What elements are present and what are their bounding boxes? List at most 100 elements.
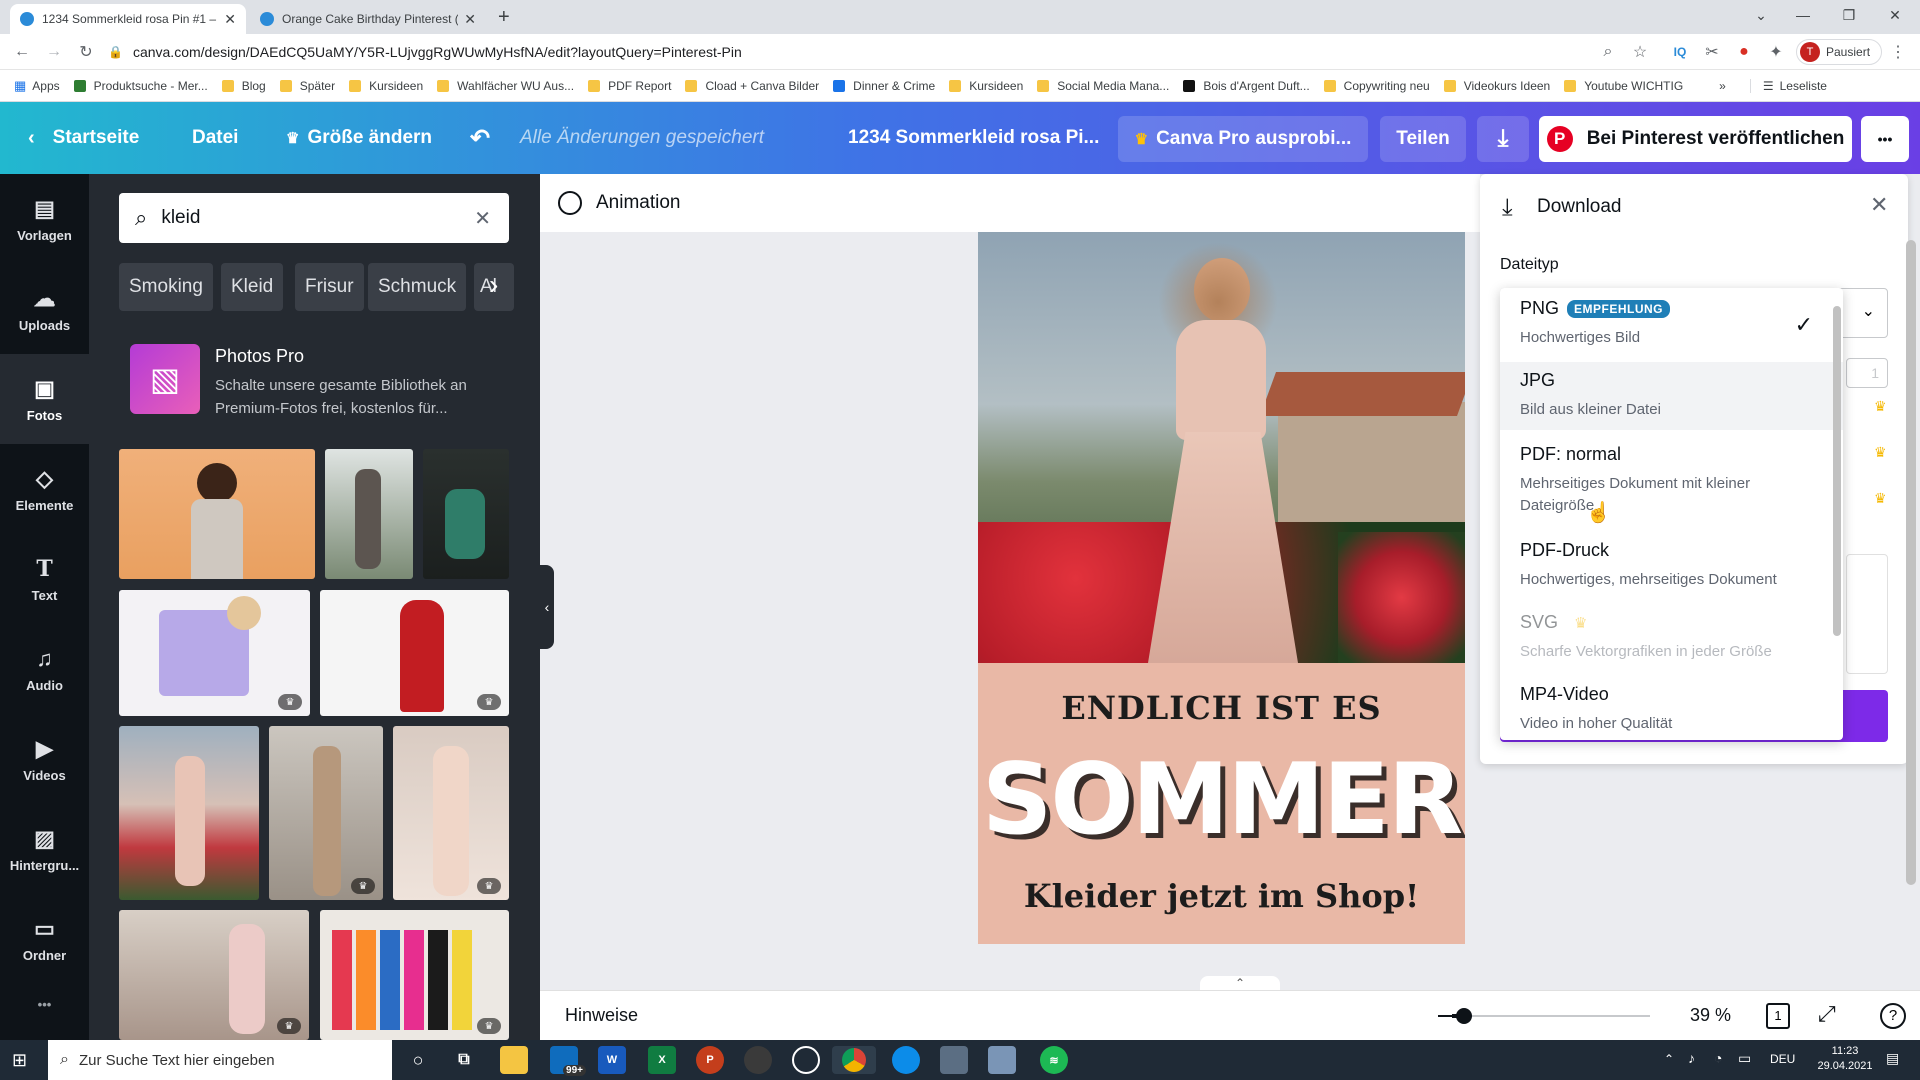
photo-thumbnail[interactable]: ♛ bbox=[320, 910, 509, 1040]
extension-icon[interactable]: ✂ bbox=[1700, 40, 1724, 64]
profile-button[interactable]: T Pausiert bbox=[1796, 39, 1882, 65]
canva-pro-trial-button[interactable]: ♛ Canva Pro ausprobi... bbox=[1118, 116, 1368, 162]
rail-item-background[interactable]: ▨ Hintergru... bbox=[0, 804, 89, 894]
suggestion-chip[interactable]: Schmuck bbox=[368, 263, 467, 311]
clear-search-icon[interactable]: ✕ bbox=[474, 206, 491, 231]
spotify-icon[interactable]: ≋ bbox=[1040, 1046, 1068, 1074]
rail-item-videos[interactable]: ▶ Videos bbox=[0, 714, 89, 804]
rail-item-audio[interactable]: ♫ Audio bbox=[0, 624, 89, 714]
back-icon[interactable]: ← bbox=[10, 40, 34, 64]
word-icon[interactable]: W bbox=[598, 1046, 626, 1074]
suggestion-chip[interactable]: Kleid bbox=[221, 263, 284, 311]
rail-item-folder[interactable]: ▭ Ordner bbox=[0, 894, 89, 984]
maximize-button[interactable]: ❐ bbox=[1826, 0, 1872, 30]
zoom-slider-track[interactable] bbox=[1452, 1015, 1650, 1017]
minimize-button[interactable]: — bbox=[1780, 0, 1826, 30]
design-subheading[interactable]: Kleider jetzt im Shop! bbox=[978, 877, 1465, 915]
undo-icon[interactable]: ↶ bbox=[470, 102, 490, 174]
help-icon[interactable]: ? bbox=[1880, 1003, 1906, 1029]
design-canvas[interactable]: ENDLICH IST ES SOMMER Kleider jetzt im S… bbox=[978, 232, 1465, 944]
rail-item-elements[interactable]: ◇ Elemente bbox=[0, 444, 89, 534]
windows-start-icon[interactable]: ⊞ bbox=[12, 1050, 27, 1071]
address-bar[interactable]: 🔒 canva.com/design/DAEdCQ5UaMY/Y5R-LUjvg… bbox=[108, 38, 1668, 66]
notification-icon[interactable]: ▤ bbox=[1886, 1050, 1899, 1067]
page-count[interactable]: 1 bbox=[1766, 1003, 1790, 1029]
rail-item-templates[interactable]: ▤ Vorlagen bbox=[0, 174, 89, 264]
suggestion-chip[interactable]: Frisur bbox=[295, 263, 364, 311]
filetype-option-png[interactable]: PNG EMPFEHLUNG Hochwertiges Bild ✓ bbox=[1500, 298, 1843, 366]
photo-thumbnail[interactable]: ♛ bbox=[320, 590, 509, 716]
app-icon[interactable] bbox=[744, 1046, 772, 1074]
rail-item-text[interactable]: T Text bbox=[0, 534, 89, 624]
reading-list[interactable]: ☰ Leseliste bbox=[1749, 78, 1827, 93]
filetype-option-mp4[interactable]: MP4-Video Video in hoher Qualität bbox=[1500, 684, 1843, 740]
search-input[interactable]: ⌕ kleid ✕ bbox=[119, 193, 509, 243]
filetype-option-svg[interactable]: SVG ♛ Scharfe Vektorgrafiken in jeder Gr… bbox=[1500, 612, 1843, 680]
page-scrollbar[interactable] bbox=[1906, 240, 1916, 885]
language-indicator[interactable]: DEU bbox=[1770, 1052, 1795, 1066]
design-heading-line1[interactable]: ENDLICH IST ES bbox=[978, 689, 1465, 727]
photo-thumbnail[interactable] bbox=[119, 726, 259, 900]
clock[interactable]: 11:23 29.04.2021 bbox=[1810, 1044, 1880, 1074]
bookmark-folder[interactable]: Kursideen bbox=[949, 79, 1023, 93]
bookmark-apps[interactable]: ▦ Apps bbox=[14, 78, 60, 94]
task-view-icon[interactable]: ⧉ bbox=[450, 1046, 478, 1074]
tab-search-icon[interactable]: ⌄ bbox=[1738, 0, 1784, 30]
taskbar-search-input[interactable]: ⌕ Zur Suche Text hier eingeben bbox=[48, 1040, 392, 1080]
bookmark-folder[interactable]: Kursideen bbox=[349, 79, 423, 93]
home-button[interactable]: ‹ Startseite bbox=[28, 102, 139, 174]
file-menu-button[interactable]: Datei bbox=[192, 102, 238, 174]
photo-thumbnail[interactable]: ♛ bbox=[393, 726, 509, 900]
menu-kebab-icon[interactable]: ⋮ bbox=[1886, 40, 1910, 64]
resize-button[interactable]: ♛ Größe ändern bbox=[286, 102, 432, 174]
bookmark-folder[interactable]: Wahlfächer WU Aus... bbox=[437, 79, 574, 93]
close-panel-icon[interactable]: ✕ bbox=[1870, 192, 1888, 218]
photo-thumbnail[interactable]: ♛ bbox=[119, 590, 310, 716]
reload-icon[interactable]: ↻ bbox=[74, 40, 98, 64]
excel-icon[interactable]: X bbox=[648, 1046, 676, 1074]
app-icon[interactable] bbox=[988, 1046, 1016, 1074]
close-window-button[interactable]: ✕ bbox=[1872, 0, 1918, 30]
fullscreen-icon[interactable]: ⤢ bbox=[1818, 1001, 1836, 1027]
tray-chevron-icon[interactable]: ⌃ bbox=[1664, 1052, 1674, 1066]
dropdown-scrollbar[interactable] bbox=[1833, 306, 1841, 636]
app-icon[interactable] bbox=[940, 1046, 968, 1074]
bookmark-folder[interactable]: Videokurs Ideen bbox=[1443, 79, 1550, 93]
bookmark-item[interactable]: Dinner & Crime bbox=[833, 79, 935, 93]
photo-thumbnail[interactable] bbox=[423, 449, 509, 579]
bookmark-folder[interactable]: Blog bbox=[221, 79, 266, 93]
bookmark-folder[interactable]: Social Media Mana... bbox=[1037, 79, 1169, 93]
bookmark-item[interactable]: Bois d'Argent Duft... bbox=[1183, 79, 1310, 93]
photo-thumbnail[interactable]: ♛ bbox=[119, 910, 309, 1040]
volume-icon[interactable]: ♪ bbox=[1688, 1050, 1695, 1066]
close-tab-icon[interactable]: ✕ bbox=[224, 11, 236, 28]
browser-tab[interactable]: Orange Cake Birthday Pinterest ( ✕ bbox=[250, 4, 486, 34]
more-options-button[interactable]: ••• bbox=[1861, 116, 1909, 162]
bookmark-star-icon[interactable]: ☆ bbox=[1628, 40, 1652, 64]
photo-thumbnail[interactable] bbox=[325, 449, 413, 579]
zoom-icon[interactable]: ⌕ bbox=[1596, 40, 1620, 64]
powerpoint-icon[interactable]: P bbox=[696, 1046, 724, 1074]
share-button[interactable]: Teilen bbox=[1380, 116, 1466, 162]
filetype-option-jpg[interactable]: JPG Bild aus kleiner Datei bbox=[1500, 362, 1843, 430]
filetype-option-pdf-print[interactable]: PDF-Druck Hochwertiges, mehrseitiges Dok… bbox=[1500, 540, 1843, 608]
rail-item-uploads[interactable]: ☁ Uploads bbox=[0, 264, 89, 354]
bookmark-folder[interactable]: Cload + Canva Bilder bbox=[685, 79, 819, 93]
edge-icon[interactable] bbox=[892, 1046, 920, 1074]
collapse-panel-button[interactable]: ‹ bbox=[540, 565, 554, 649]
promo-text[interactable]: Schalte unsere gesamte Bibliothek an Pre… bbox=[215, 374, 505, 420]
cortana-icon[interactable]: ○ bbox=[404, 1046, 432, 1074]
notes-button[interactable]: Hinweise bbox=[565, 1005, 638, 1026]
file-explorer-icon[interactable] bbox=[500, 1046, 528, 1074]
zoom-level[interactable]: 39 % bbox=[1690, 1005, 1731, 1026]
publish-pinterest-button[interactable]: P Bei Pinterest veröffentlichen bbox=[1539, 116, 1852, 162]
chevron-right-icon[interactable]: › bbox=[489, 269, 498, 301]
photo-thumbnail[interactable] bbox=[119, 449, 315, 579]
download-button[interactable]: ⤓ bbox=[1477, 116, 1529, 162]
extension-iq-icon[interactable]: IQ bbox=[1668, 40, 1692, 64]
zoom-slider-handle[interactable] bbox=[1455, 1008, 1472, 1024]
bookmark-folder[interactable]: Youtube WICHTIG bbox=[1564, 79, 1683, 93]
close-tab-icon[interactable]: ✕ bbox=[464, 11, 476, 28]
bookmark-folder[interactable]: Copywriting neu bbox=[1323, 79, 1430, 93]
photo-thumbnail[interactable]: ♛ bbox=[269, 726, 383, 900]
